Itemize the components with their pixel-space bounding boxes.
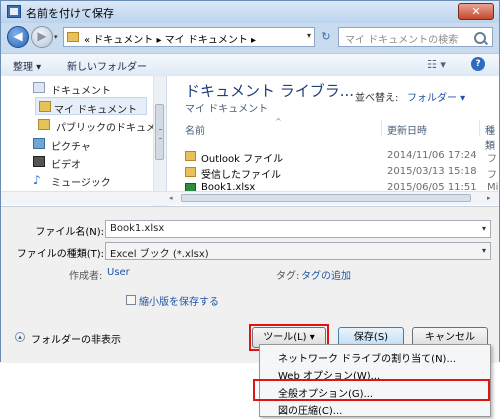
save-thumbnail-checkbox[interactable] [126,295,136,305]
file-name: Outlook ファイル [201,154,284,165]
filetype-label: ファイルの種類(T): [16,249,104,260]
nav-pane-scroll-thumb[interactable] [155,104,164,160]
column-divider[interactable] [381,120,382,136]
file-list-pane: ドキュメント ライブラ... マイ ドキュメント 並べ替え: フォルダー ▾ ^… [167,76,499,206]
file-type: フ [487,154,497,165]
nav-item-label: ミュージック [51,178,111,189]
column-header-date[interactable]: 更新日時 [387,122,427,137]
filetype-select[interactable]: Excel ブック (*.xlsx) ▾ [105,242,491,260]
tags-label: タグ: [276,271,300,282]
nav-item-label: マイ ドキュメント [54,105,138,116]
folder-icon [38,119,50,130]
save-as-dialog: 名前を付けて保存 ✕ ◀ ▶ ▾ « ドキュメント ▸ マイ ドキュメント ▸ … [0,0,500,363]
organize-button[interactable]: 整理 ▾ [13,58,41,73]
title-bar: 名前を付けて保存 ✕ [1,1,499,23]
library-subtitle: マイ ドキュメント [185,104,269,115]
filename-value: Book1.xlsx [110,223,165,234]
scroll-right-icon[interactable]: ▸ [487,194,491,202]
hide-folders-icon[interactable]: ▴ [15,332,25,342]
search-icon[interactable] [474,32,486,44]
nav-item-label: ピクチャ [51,142,91,153]
grip-icon [159,129,162,139]
author-value[interactable]: User [107,267,130,278]
chevron-down-icon[interactable]: ▾ [482,246,486,255]
new-folder-button[interactable]: 新しいフォルダー [67,58,147,73]
file-row[interactable]: 受信したファイル 2015/03/13 15:18 フ [181,164,500,181]
nav-pane-scrollbar[interactable] [153,76,166,206]
save-thumbnail-label[interactable]: 縮小版を保存する [139,293,219,308]
file-row[interactable]: Outlook ファイル 2014/11/06 17:24 フ [181,148,500,165]
author-label: 作成者: [69,271,103,282]
address-path[interactable]: « ドキュメント ▸ マイ ドキュメント ▸ [84,31,256,46]
library-icon [33,82,45,93]
horizontal-scrollbar[interactable]: ◂ ▸ [1,191,499,205]
forward-button[interactable]: ▶ [31,26,53,48]
address-dropdown-icon[interactable]: ▾ [307,31,311,40]
filename-field[interactable]: Book1.xlsx ▾ [105,220,491,238]
navigation-bar: ◀ ▶ ▾ « ドキュメント ▸ マイ ドキュメント ▸ ▾ ↻ マイ ドキュメ… [1,23,499,53]
scroll-left-icon[interactable]: ◂ [169,194,173,202]
folder-icon [39,101,51,112]
file-date: 2014/11/06 17:24 [387,150,477,161]
hide-folders-label[interactable]: フォルダーの非表示 [31,331,121,346]
file-type: フ [487,170,497,181]
folder-icon [185,167,196,177]
address-bar[interactable]: « ドキュメント ▸ マイ ドキュメント ▸ ▾ [63,27,315,47]
nav-item-my-documents[interactable]: マイ ドキュメント [35,97,147,116]
column-header-name[interactable]: 名前 [185,122,205,137]
close-button[interactable]: ✕ [458,3,494,20]
save-form: ファイル名(N): Book1.xlsx ▾ ファイルの種類(T): Excel… [1,206,499,363]
navigation-pane: ドキュメント マイ ドキュメント パブリックのドキュメント ピクチャ ビデオ ♪… [1,76,176,206]
file-name: 受信したファイル [201,170,281,181]
search-placeholder: マイ ドキュメントの検索 [345,35,459,46]
menu-item-map-network-drive[interactable]: ネットワーク ドライブの割り当て(N)... [278,350,456,365]
arrange-by-label: 並べ替え: [355,93,399,104]
dialog-title: 名前を付けて保存 [26,7,114,20]
history-dropdown-icon[interactable]: ▾ [54,33,58,41]
search-input[interactable]: マイ ドキュメントの検索 [338,27,493,47]
library-title: ドキュメント ライブラ... [185,82,355,100]
folder-icon [185,151,196,161]
command-toolbar: 整理 ▾ 新しいフォルダー ☷ ▾ ? [1,53,499,77]
arrange-by-dropdown[interactable]: フォルダー ▾ [407,89,465,104]
nav-item-label: ビデオ [51,160,81,171]
help-icon[interactable]: ? [471,57,485,71]
video-icon [33,156,45,167]
nav-item-label: ドキュメント [51,86,111,97]
music-icon: ♪ [33,173,41,187]
general-options-highlight [253,379,490,401]
chevron-down-icon[interactable]: ▾ [482,224,486,233]
horizontal-scroll-thumb[interactable] [181,194,471,202]
back-button[interactable]: ◀ [7,26,29,48]
tools-menu: ネットワーク ドライブの割り当て(N)... Web オプション(W)... 全… [253,344,491,417]
file-date: 2015/03/13 15:18 [387,166,477,177]
filetype-value: Excel ブック (*.xlsx) [110,249,209,260]
menu-item-compress-pictures[interactable]: 図の圧縮(C)... [278,402,342,417]
dialog-app-icon [7,5,21,18]
tags-value[interactable]: タグの追加 [301,267,351,282]
column-divider[interactable] [479,120,480,136]
refresh-icon[interactable]: ↻ [317,27,335,47]
folder-icon [67,32,79,42]
sort-arrow-icon: ^ [275,117,282,126]
views-icon[interactable]: ☷ ▾ [427,58,446,71]
picture-icon [33,138,45,149]
filename-label: ファイル名(N): [35,227,104,238]
